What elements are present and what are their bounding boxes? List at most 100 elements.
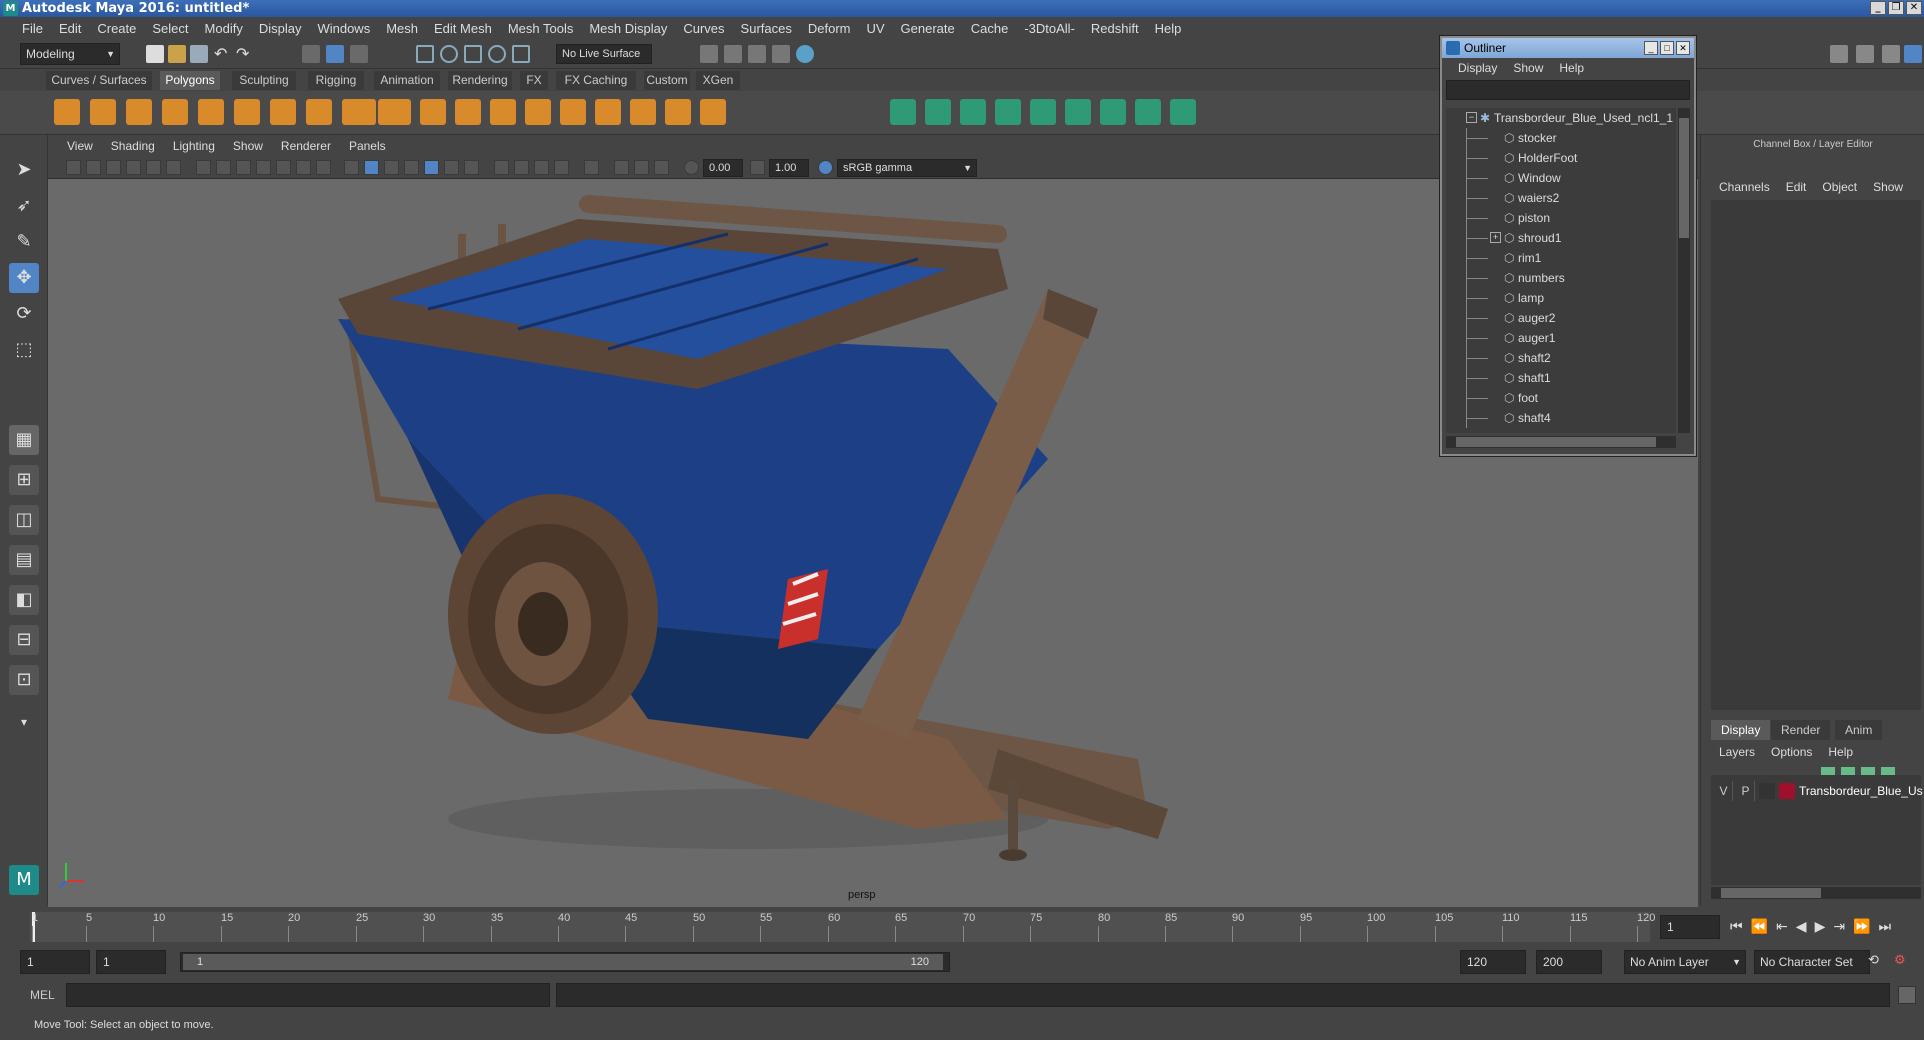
poly-plane-icon[interactable]	[198, 99, 224, 125]
select-component-icon[interactable]	[350, 45, 368, 63]
auto-key-icon[interactable]: ⟲	[1868, 953, 1886, 971]
shelf-tab-polygons[interactable]: Polygons	[160, 71, 220, 90]
menu-generate[interactable]: Generate	[893, 21, 963, 36]
snap-curve-icon[interactable]	[440, 45, 458, 63]
go-to-end-icon[interactable]: ⏭	[1879, 919, 1892, 935]
insert-edge-loop-icon[interactable]	[595, 99, 621, 125]
xray-joints-icon[interactable]	[634, 160, 649, 175]
viewport-menu-lighting[interactable]: Lighting	[164, 139, 224, 153]
exposure-field[interactable]: 0.00	[703, 159, 743, 177]
snap-grid-icon[interactable]	[416, 45, 434, 63]
select-hierarchy-icon[interactable]	[302, 45, 320, 63]
shelf-tab-rendering[interactable]: Rendering	[448, 71, 512, 90]
expand-icon[interactable]: +	[1490, 232, 1501, 243]
snap-point-icon[interactable]	[464, 45, 482, 63]
use-all-lights-icon[interactable]	[444, 160, 459, 175]
shelf-tab-curves-surfaces[interactable]: Curves / Surfaces	[46, 71, 152, 90]
safe-title-icon[interactable]	[316, 160, 331, 175]
menu-deform[interactable]: Deform	[800, 21, 859, 36]
step-forward-key-icon[interactable]: ⇥	[1833, 919, 1845, 935]
open-scene-icon[interactable]	[168, 45, 186, 63]
go-to-start-icon[interactable]: ⏮	[1730, 919, 1743, 935]
persp-graph-layout-icon[interactable]: ◧	[9, 585, 39, 615]
outliner-item[interactable]: ⬡ auger1	[1446, 328, 1676, 348]
outliner-hscroll-thumb[interactable]	[1456, 437, 1656, 447]
shadows-icon[interactable]	[464, 160, 479, 175]
viewport-menu-renderer[interactable]: Renderer	[272, 139, 340, 153]
range-bar[interactable]: 1 120	[180, 952, 950, 972]
tool-settings-icon[interactable]	[1882, 45, 1900, 63]
textured-icon[interactable]	[424, 160, 439, 175]
snap-surface-icon[interactable]	[512, 45, 530, 63]
menu-cache[interactable]: Cache	[963, 21, 1017, 36]
start-time-field[interactable]: 1	[20, 950, 90, 974]
playback-start-field[interactable]: 1	[96, 950, 166, 974]
layer-visibility-toggle[interactable]: V	[1715, 781, 1733, 801]
mirror-icon[interactable]	[890, 99, 916, 125]
menu-edit-mesh[interactable]: Edit Mesh	[426, 21, 500, 36]
image-plane-icon[interactable]	[126, 160, 141, 175]
outliner-root-item[interactable]: − ✱ Transbordeur_Blue_Used_ncl1_1	[1446, 108, 1676, 128]
menu-display[interactable]: Display	[251, 21, 310, 36]
collapse-icon[interactable]: −	[1466, 112, 1477, 123]
step-back-icon[interactable]: ⏪	[1751, 919, 1768, 935]
select-tool-icon[interactable]: ➤	[9, 155, 39, 185]
live-surface-field[interactable]: No Live Surface	[556, 44, 652, 64]
snap-view-icon[interactable]	[488, 45, 506, 63]
outliner-titlebar[interactable]: Outliner _ □ ✕	[1442, 38, 1694, 58]
character-set-dropdown[interactable]: No Character Set	[1754, 950, 1870, 974]
shelf-tab-xgen[interactable]: XGen	[696, 71, 740, 90]
layout-menu-icon[interactable]: ▾	[9, 707, 39, 737]
outliner-search-input[interactable]	[1446, 80, 1690, 100]
smooth-shade-icon[interactable]	[364, 160, 379, 175]
layer-menu-help[interactable]: Help	[1820, 745, 1861, 759]
outliner-vscroll-thumb[interactable]	[1679, 118, 1689, 238]
redo-icon[interactable]: ↷	[236, 45, 254, 63]
menu-modify[interactable]: Modify	[197, 21, 251, 36]
wireframe-icon[interactable]	[344, 160, 359, 175]
outliner-item[interactable]: ⬡ Window	[1446, 168, 1676, 188]
fill-hole-icon[interactable]	[960, 99, 986, 125]
planar-uv-icon[interactable]	[1100, 99, 1126, 125]
view-transform-dropdown[interactable]: sRGB gamma ▼	[837, 159, 977, 177]
layer-hscroll-thumb[interactable]	[1721, 888, 1821, 898]
ipr-render-icon[interactable]	[724, 45, 742, 63]
outliner-vscrollbar[interactable]	[1678, 108, 1690, 433]
outliner-item[interactable]: ⬡ stocker	[1446, 128, 1676, 148]
layer-tab-display[interactable]: Display	[1711, 720, 1771, 740]
film-gate-icon[interactable]	[216, 160, 231, 175]
camera-attributes-icon[interactable]	[86, 160, 101, 175]
layer-display-type[interactable]	[1759, 783, 1775, 799]
single-pane-layout-icon[interactable]: ▦	[9, 425, 39, 455]
channelbox-menu-show[interactable]: Show	[1865, 180, 1911, 194]
exposure-icon[interactable]	[684, 160, 699, 175]
poly-cube-icon[interactable]	[90, 99, 116, 125]
persp-outliner-layout-icon[interactable]: ▤	[9, 545, 39, 575]
menu-uv[interactable]: UV	[858, 21, 892, 36]
menu-surfaces[interactable]: Surfaces	[733, 21, 800, 36]
layer-row[interactable]: V P Transbordeur_Blue_Us	[1711, 781, 1923, 801]
step-forward-icon[interactable]: ⏩	[1853, 919, 1870, 935]
outliner-item[interactable]: ⬡ numbers	[1446, 268, 1676, 288]
offset-loop-icon[interactable]	[630, 99, 656, 125]
outliner-menu-display[interactable]: Display	[1450, 61, 1505, 75]
target-weld-icon[interactable]	[700, 99, 726, 125]
play-backwards-icon[interactable]: ◀	[1796, 919, 1807, 935]
minimize-button[interactable]: _	[1870, 1, 1886, 15]
safe-action-icon[interactable]	[296, 160, 311, 175]
grid-icon[interactable]	[196, 160, 211, 175]
reduce-icon[interactable]	[995, 99, 1021, 125]
hypershade-icon[interactable]	[772, 45, 790, 63]
channelbox-menu-object[interactable]: Object	[1814, 180, 1865, 194]
color-management-icon[interactable]	[818, 160, 833, 175]
outliner-menu-show[interactable]: Show	[1505, 61, 1551, 75]
time-slider[interactable]: 1 5 10 15 20 25 30 35 40 45 50 55 60 65 70 75 80 85 90 95 10…	[0, 907, 1924, 947]
menu-3dtoall[interactable]: -3DtoAll-	[1016, 21, 1083, 36]
extract-icon[interactable]	[385, 99, 411, 125]
layer-tab-anim[interactable]: Anim	[1835, 720, 1883, 740]
poly-cone-icon[interactable]	[162, 99, 188, 125]
outliner-item[interactable]: + ⬡ shroud1	[1446, 228, 1676, 248]
range-handle[interactable]: 1 120	[183, 954, 943, 970]
time-ruler[interactable]: 1 5 10 15 20 25 30 35 40 45 50 55 60 65 70 75 80 85 90 95 10…	[30, 912, 1655, 942]
menu-mesh-tools[interactable]: Mesh Tools	[500, 21, 582, 36]
